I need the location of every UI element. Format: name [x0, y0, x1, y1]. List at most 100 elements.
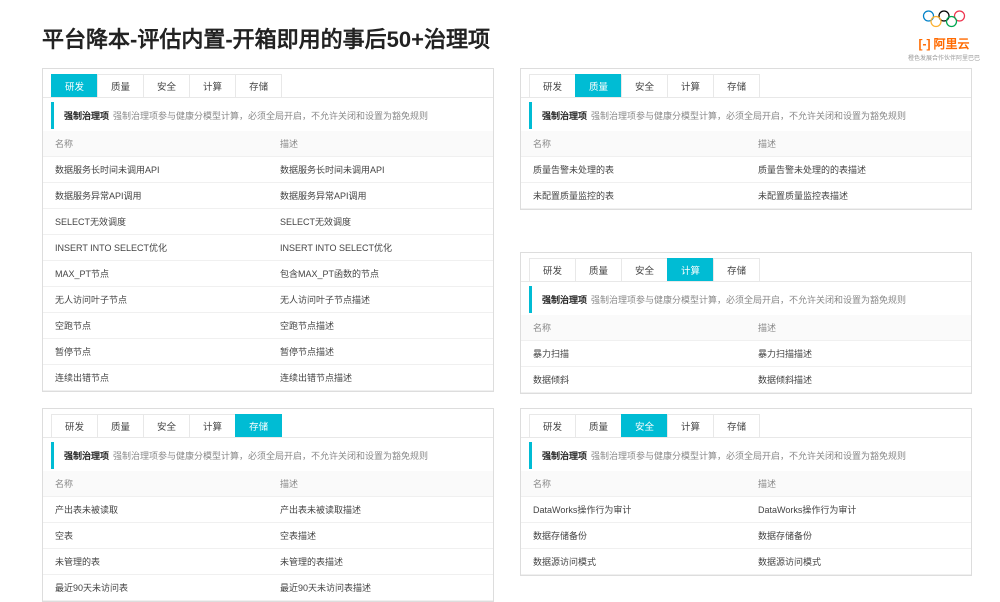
cell-name: MAX_PT节点	[43, 261, 268, 287]
table-row[interactable]: INSERT INTO SELECT优化INSERT INTO SELECT优化	[43, 235, 493, 261]
cell-name: 暴力扫描	[521, 341, 746, 367]
notice-text: 强制治理项参与健康分模型计算，必须全局开启，不允许关闭和设置为豁免规则	[591, 111, 906, 121]
cell-name: 暂停节点	[43, 339, 268, 365]
tab-bar: 研发质量安全计算存储	[43, 409, 493, 438]
notice-bar: 强制治理项强制治理项参与健康分模型计算，必须全局开启，不允许关闭和设置为豁免规则	[51, 442, 485, 469]
tab-compute[interactable]: 计算	[189, 74, 236, 97]
notice-strong: 强制治理项	[542, 111, 587, 121]
notice-strong: 强制治理项	[542, 295, 587, 305]
cell-name: 未管理的表	[43, 549, 268, 575]
table-row[interactable]: 未管理的表未管理的表描述	[43, 549, 493, 575]
col-header-desc: 描述	[268, 471, 493, 497]
cell-name: SELECT无效调度	[43, 209, 268, 235]
tab-security[interactable]: 安全	[621, 74, 668, 97]
table-row[interactable]: 空跑节点空跑节点描述	[43, 313, 493, 339]
cell-desc: 数据服务长时间未调用API	[268, 157, 493, 183]
cell-name: 数据存储备份	[521, 523, 746, 549]
olympic-rings-icon	[921, 10, 967, 28]
notice-bar: 强制治理项强制治理项参与健康分模型计算，必须全局开启，不允许关闭和设置为豁免规则	[529, 102, 963, 129]
table-row[interactable]: 无人访问叶子节点无人访问叶子节点描述	[43, 287, 493, 313]
notice-strong: 强制治理项	[64, 451, 109, 461]
table-row[interactable]: 数据倾斜数据倾斜描述	[521, 367, 971, 393]
tab-rd[interactable]: 研发	[51, 414, 98, 437]
tab-security[interactable]: 安全	[621, 258, 668, 281]
cell-desc: 数据服务异常API调用	[268, 183, 493, 209]
table-row[interactable]: 数据服务长时间未调用API数据服务长时间未调用API	[43, 157, 493, 183]
tab-bar: 研发质量安全计算存储	[521, 69, 971, 98]
table-row[interactable]: 暂停节点暂停节点描述	[43, 339, 493, 365]
table-row[interactable]: 产出表未被读取产出表未被读取描述	[43, 497, 493, 523]
tab-rd[interactable]: 研发	[529, 74, 576, 97]
tab-security[interactable]: 安全	[143, 414, 190, 437]
cell-desc: 未配置质量监控表描述	[746, 183, 971, 209]
notice-bar: 强制治理项强制治理项参与健康分模型计算，必须全局开启，不允许关闭和设置为豁免规则	[529, 442, 963, 469]
tab-rd[interactable]: 研发	[529, 414, 576, 437]
table-row[interactable]: 质量告警未处理的表质量告警未处理的的表描述	[521, 157, 971, 183]
cell-name: 质量告警未处理的表	[521, 157, 746, 183]
cell-desc: 未管理的表描述	[268, 549, 493, 575]
tab-storage[interactable]: 存储	[713, 74, 760, 97]
tab-bar: 研发质量安全计算存储	[521, 253, 971, 282]
notice-bar: 强制治理项强制治理项参与健康分模型计算，必须全局开启，不允许关闭和设置为豁免规则	[51, 102, 485, 129]
table-row[interactable]: 连续出错节点连续出错节点描述	[43, 365, 493, 391]
cell-desc: DataWorks操作行为审计	[746, 497, 971, 523]
tab-compute[interactable]: 计算	[667, 258, 714, 281]
tab-security[interactable]: 安全	[621, 414, 668, 437]
table-row[interactable]: DataWorks操作行为审计DataWorks操作行为审计	[521, 497, 971, 523]
table-row[interactable]: 数据源访问模式数据源访问模式	[521, 549, 971, 575]
tab-storage[interactable]: 存储	[713, 258, 760, 281]
table-row[interactable]: 数据服务异常API调用数据服务异常API调用	[43, 183, 493, 209]
notice-text: 强制治理项参与健康分模型计算，必须全局开启，不允许关闭和设置为豁免规则	[113, 451, 428, 461]
table-row[interactable]: SELECT无效调度SELECT无效调度	[43, 209, 493, 235]
governance-panel-rd: 研发质量安全计算存储强制治理项强制治理项参与健康分模型计算，必须全局开启，不允许…	[42, 68, 494, 392]
governance-table: 名称描述暴力扫描暴力扫描描述数据倾斜数据倾斜描述	[521, 315, 971, 393]
governance-panel-security: 研发质量安全计算存储强制治理项强制治理项参与健康分模型计算，必须全局开启，不允许…	[520, 408, 972, 576]
tab-quality[interactable]: 质量	[575, 414, 622, 437]
tab-compute[interactable]: 计算	[667, 414, 714, 437]
governance-table: 名称描述DataWorks操作行为审计DataWorks操作行为审计数据存储备份…	[521, 471, 971, 575]
tab-quality[interactable]: 质量	[97, 414, 144, 437]
table-row[interactable]: 空表空表描述	[43, 523, 493, 549]
tab-compute[interactable]: 计算	[189, 414, 236, 437]
cell-desc: 数据倾斜描述	[746, 367, 971, 393]
governance-panel-storage: 研发质量安全计算存储强制治理项强制治理项参与健康分模型计算，必须全局开启，不允许…	[42, 408, 494, 602]
tab-storage[interactable]: 存储	[235, 74, 282, 97]
col-header-name: 名称	[43, 131, 268, 157]
table-row[interactable]: 暴力扫描暴力扫描描述	[521, 341, 971, 367]
cell-name: 数据源访问模式	[521, 549, 746, 575]
cell-name: 无人访问叶子节点	[43, 287, 268, 313]
cell-desc: 无人访问叶子节点描述	[268, 287, 493, 313]
tab-rd[interactable]: 研发	[529, 258, 576, 281]
cell-name: DataWorks操作行为审计	[521, 497, 746, 523]
cell-desc: 包含MAX_PT函数的节点	[268, 261, 493, 287]
cell-name: 数据服务长时间未调用API	[43, 157, 268, 183]
tab-security[interactable]: 安全	[143, 74, 190, 97]
col-header-name: 名称	[521, 315, 746, 341]
tab-quality[interactable]: 质量	[575, 258, 622, 281]
cell-desc: 连续出错节点描述	[268, 365, 493, 391]
brand-logo: [-] 阿里云 橙色发展合作伙伴阿里巴巴	[908, 10, 980, 62]
notice-text: 强制治理项参与健康分模型计算，必须全局开启，不允许关闭和设置为豁免规则	[591, 295, 906, 305]
governance-table: 名称描述数据服务长时间未调用API数据服务长时间未调用API数据服务异常API调…	[43, 131, 493, 391]
table-row[interactable]: 未配置质量监控的表未配置质量监控表描述	[521, 183, 971, 209]
tab-storage[interactable]: 存储	[713, 414, 760, 437]
table-row[interactable]: MAX_PT节点包含MAX_PT函数的节点	[43, 261, 493, 287]
cell-desc: 暂停节点描述	[268, 339, 493, 365]
tab-rd[interactable]: 研发	[51, 74, 98, 97]
tab-quality[interactable]: 质量	[97, 74, 144, 97]
notice-strong: 强制治理项	[542, 451, 587, 461]
cell-desc: 数据源访问模式	[746, 549, 971, 575]
cell-name: 空跑节点	[43, 313, 268, 339]
col-header-desc: 描述	[746, 471, 971, 497]
governance-table: 名称描述产出表未被读取产出表未被读取描述空表空表描述未管理的表未管理的表描述最近…	[43, 471, 493, 601]
notice-text: 强制治理项参与健康分模型计算，必须全局开启，不允许关闭和设置为豁免规则	[591, 451, 906, 461]
table-row[interactable]: 数据存储备份数据存储备份	[521, 523, 971, 549]
table-row[interactable]: 最近90天未访问表最近90天未访问表描述	[43, 575, 493, 601]
governance-panel-quality: 研发质量安全计算存储强制治理项强制治理项参与健康分模型计算，必须全局开启，不允许…	[520, 68, 972, 210]
tab-quality[interactable]: 质量	[575, 74, 622, 97]
col-header-name: 名称	[521, 471, 746, 497]
tab-compute[interactable]: 计算	[667, 74, 714, 97]
tab-storage[interactable]: 存储	[235, 414, 282, 437]
bracket-icon: [-]	[918, 37, 930, 51]
cell-desc: 质量告警未处理的的表描述	[746, 157, 971, 183]
